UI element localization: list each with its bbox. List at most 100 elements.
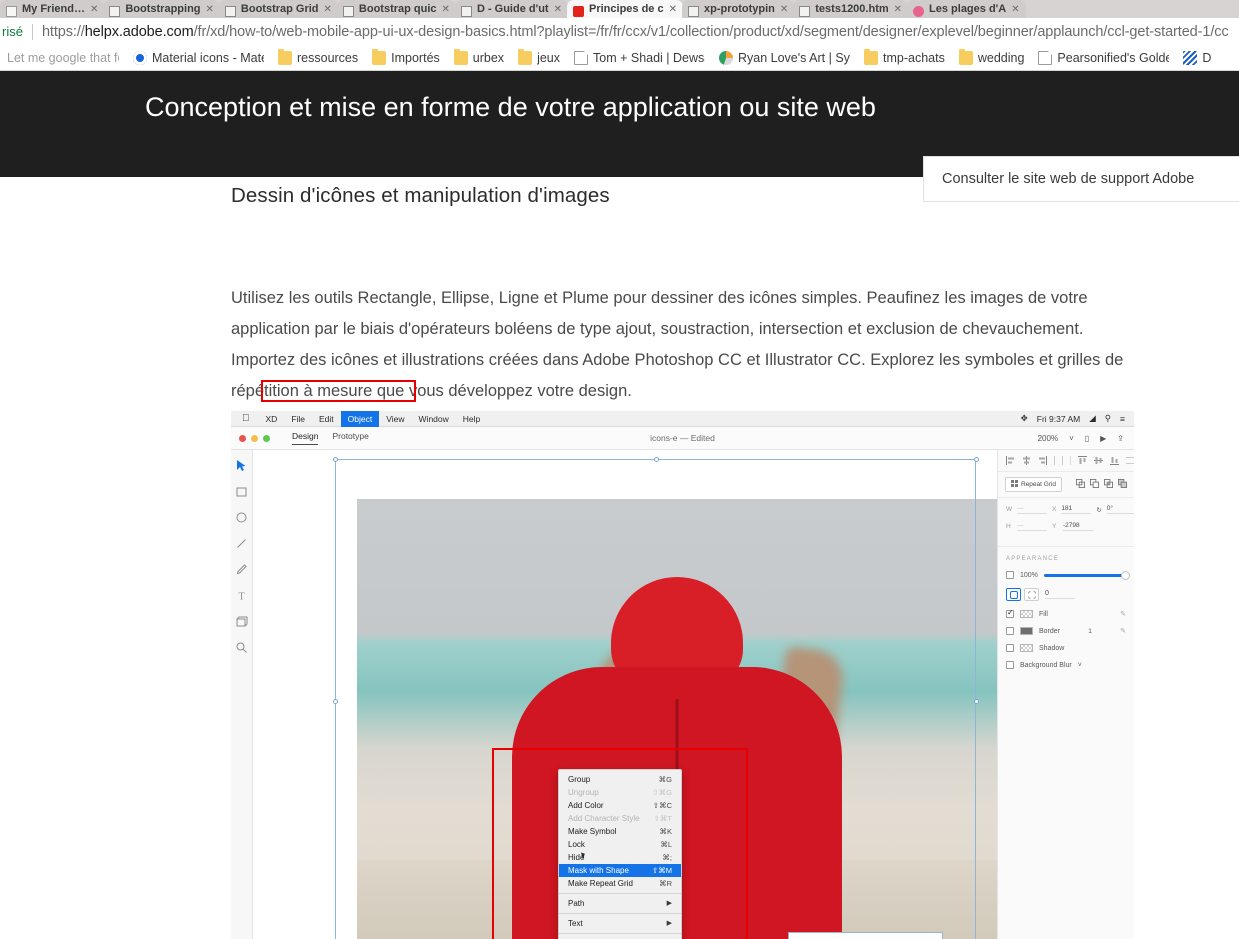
browser-tab-strip[interactable]: My Friend… ✕ Bootstrapping ✕ Bootstrap G… [0,0,1239,18]
ellipse-tool-icon[interactable] [235,511,248,524]
repeat-grid-button[interactable]: Repeat Grid [1005,477,1063,492]
boolean-subtract-icon[interactable] [1090,479,1099,490]
bookmark-item[interactable]: D [1176,45,1218,70]
menu-item-mask-with-shape[interactable]: Mask with Shape ⇧⌘M [559,864,681,877]
boolean-intersect-icon[interactable] [1104,479,1113,490]
menu-item-group[interactable]: Group ⌘G [559,773,681,786]
shadow-checkbox[interactable] [1006,644,1014,652]
corner-radius-row[interactable]: 0 [1006,588,1126,601]
menu-item-lock[interactable]: Lock ⌘L [559,838,681,851]
align-center-horizontal-icon[interactable] [1022,456,1031,465]
fill-checkbox[interactable] [1006,608,1014,618]
artboard-tool-icon[interactable] [235,615,248,628]
transform-row-w-x[interactable]: W — X 181 ↻ 0° [1006,505,1134,514]
chevron-down-icon[interactable]: ˅ [1078,662,1082,669]
fill-swatch[interactable] [1020,610,1033,618]
bookmark-item[interactable]: urbex [447,45,511,70]
menu-item-hide[interactable]: Hide ⌘; [559,851,681,864]
transform-block[interactable]: W — X 181 ↻ 0° H — Y -2798 [998,498,1134,547]
align-left-icon[interactable] [1006,456,1015,465]
bookmark-item[interactable]: Material icons - Mate [126,45,271,70]
object-menu-dropdown[interactable]: Group ⌘G Ungroup ⇧⌘G Add Color ⇧⌘C Add C… [558,769,682,939]
width-field[interactable]: — [1017,505,1047,514]
menu-item-path[interactable]: Path ▶ [559,897,681,910]
search-icon[interactable]: ⚲ [1105,413,1111,424]
tab-close-icon[interactable]: ✕ [324,4,332,15]
align-bottom-icon[interactable] [1110,456,1119,465]
bookmark-item[interactable]: Pearsonified's Golden [1031,45,1176,70]
transform-row-h-y[interactable]: H — Y -2798 [1006,522,1126,531]
corner-mode-group[interactable] [1006,588,1039,601]
corner-individual-icon[interactable] [1024,588,1039,601]
border-width-field[interactable]: 1 [1088,628,1092,635]
menu-item-add-color[interactable]: Add Color ⇧⌘C [559,799,681,812]
menu-item-edit[interactable]: Edit [312,411,341,427]
tab-close-icon[interactable]: ✕ [206,4,214,15]
distribute-horizontal-icon[interactable] [1054,456,1063,465]
border-checkbox[interactable] [1006,627,1014,635]
omnibox[interactable]: risé https://helpx.adobe.com/fr/xd/how-t… [0,18,1239,45]
browser-tab[interactable]: D - Guide d'ut ✕ [454,0,568,18]
bookmark-item[interactable]: wedding [952,45,1032,70]
menu-item-view[interactable]: View [379,411,411,427]
opacity-row[interactable]: 100% [1006,570,1130,580]
appearance-block[interactable]: APPEARANCE 100% 0 ✓ Fill ✎ Border 1 ✎ Sh… [998,547,1134,687]
menu-item-window[interactable]: Window [412,411,456,427]
opacity-value[interactable]: 100% [1020,572,1038,579]
browser-tab[interactable]: My Friend… ✕ [0,0,105,18]
rectangle-tool-icon[interactable] [235,485,248,498]
opacity-slider-knob[interactable] [1121,570,1130,580]
browser-tab[interactable]: Bootstrap Grid ✕ [218,0,338,18]
distribute-vertical-icon[interactable] [1126,456,1134,465]
shadow-swatch[interactable] [1020,644,1033,652]
x-field[interactable]: 181 [1061,505,1092,514]
menu-item-help[interactable]: Help [456,411,487,427]
browser-tab[interactable]: Bootstrapping ✕ [103,0,220,18]
height-field[interactable]: — [1017,522,1047,531]
browser-tab-active[interactable]: Principes de c ✕ [567,0,683,18]
bookmark-item[interactable]: tmp-achats [857,45,952,70]
browser-tab[interactable]: xp-prototypin ✕ [681,0,795,18]
tab-close-icon[interactable]: ✕ [1011,4,1019,15]
pen-tool-icon[interactable] [235,563,248,576]
tab-close-icon[interactable]: ✕ [554,4,562,15]
menu-item-file[interactable]: File [284,411,312,427]
fill-row[interactable]: Fill ✎ [1006,608,1126,618]
browser-tab[interactable]: Les plages d'A ✕ [907,0,1026,18]
corner-uniform-icon[interactable] [1006,588,1021,601]
bookmark-item[interactable]: Let me google that fo [0,45,126,70]
browser-tab[interactable]: Bootstrap quic ✕ [336,0,456,18]
text-tool-icon[interactable]: T [235,589,248,603]
align-top-icon[interactable] [1078,456,1087,465]
shadow-row[interactable]: Shadow [1006,644,1126,652]
bookmarks-bar[interactable]: Let me google that fo Material icons - M… [0,45,1239,71]
line-tool-icon[interactable] [235,537,248,550]
corner-radius-field[interactable]: 0 [1045,590,1075,599]
align-right-icon[interactable] [1038,456,1047,465]
bookmark-item[interactable]: jeux [511,45,567,70]
boolean-add-icon[interactable] [1076,479,1085,490]
alignment-row[interactable] [998,450,1134,472]
background-blur-checkbox[interactable] [1006,661,1014,669]
menu-item-make-repeat-grid[interactable]: Make Repeat Grid ⌘R [559,877,681,890]
control-center-icon[interactable]: ≡ [1120,414,1125,424]
eyedropper-icon[interactable]: ✎ [1120,627,1126,635]
border-swatch[interactable] [1020,627,1033,635]
y-field[interactable]: -2798 [1063,522,1093,531]
zoom-tool-icon[interactable] [235,641,248,654]
select-tool-icon[interactable] [235,459,248,472]
menu-item-make-symbol[interactable]: Make Symbol ⌘K [559,825,681,838]
tab-close-icon[interactable]: ✕ [90,4,98,15]
menu-item-object[interactable]: Object [340,411,380,427]
url-text[interactable]: https://helpx.adobe.com/fr/xd/how-to/web… [42,24,1229,40]
xd-toolbar[interactable]: T [231,450,253,939]
browser-tab[interactable]: tests1200.htm ✕ [793,0,909,18]
bookmark-item[interactable]: Importés [365,45,447,70]
mac-menubar[interactable]:  XD File Edit Object View Window Help ✥… [231,411,1134,427]
border-row[interactable]: Border 1 ✎ [1006,627,1126,635]
tab-close-icon[interactable]: ✕ [780,4,788,15]
menu-item-xd[interactable]: XD [259,411,285,427]
tab-close-icon[interactable]: ✕ [894,4,902,15]
mask-rectangle-shape[interactable] [788,932,943,939]
boolean-operations-group[interactable] [1076,479,1127,490]
